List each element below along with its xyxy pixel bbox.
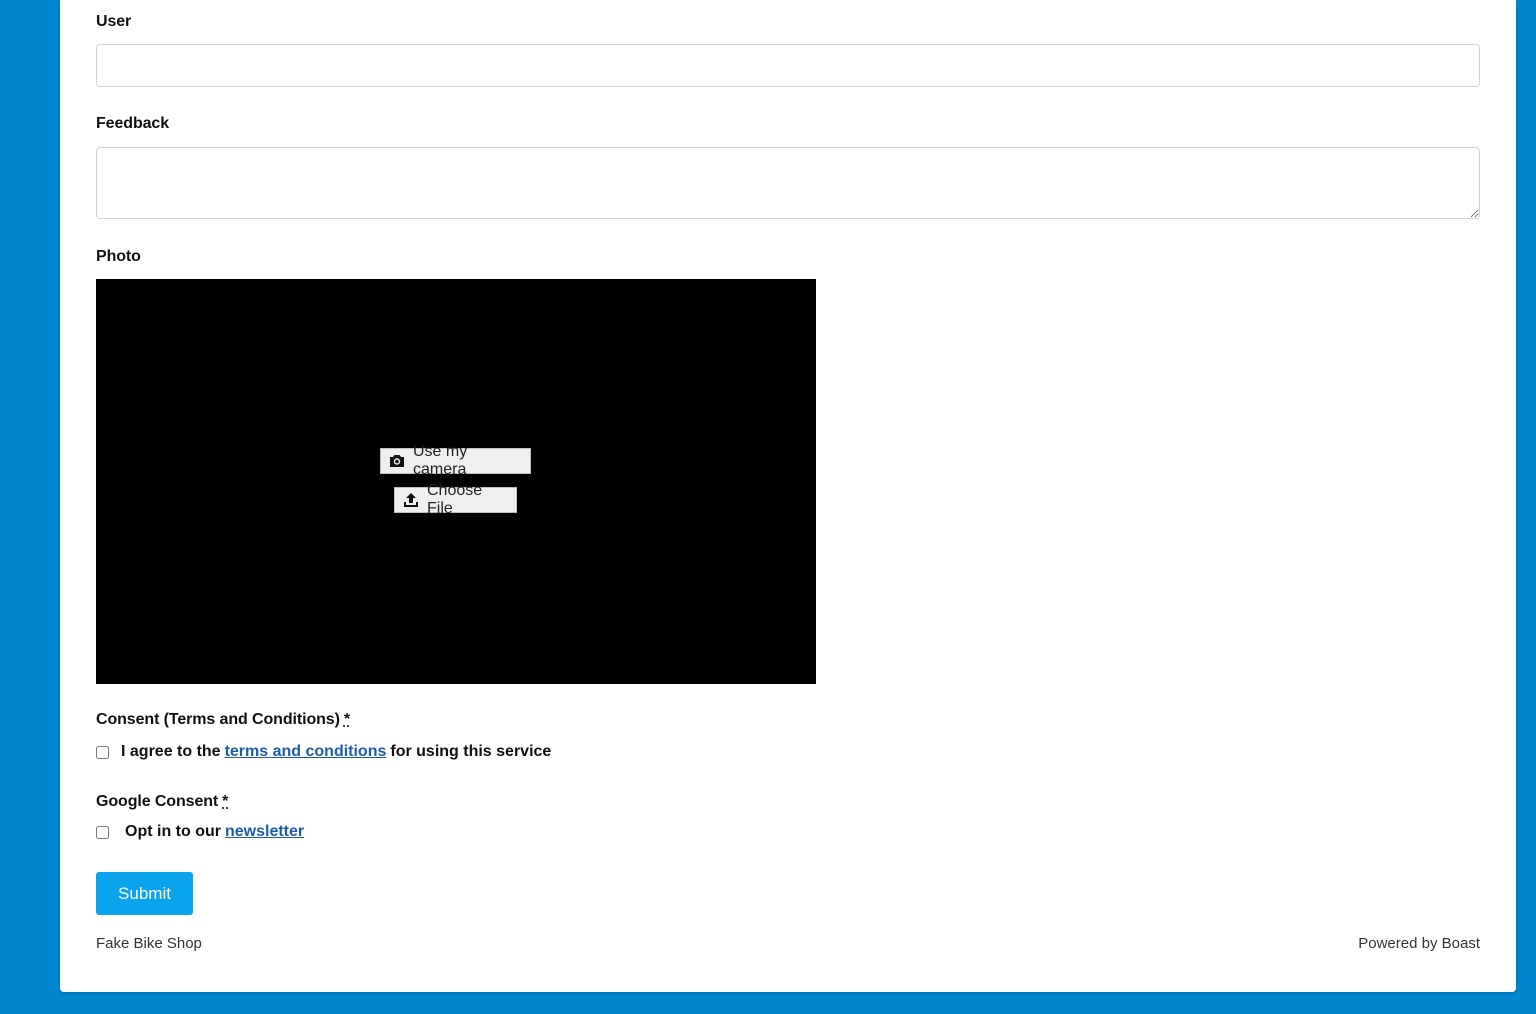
camera-icon xyxy=(389,454,405,468)
google-consent-label: Google Consent * xyxy=(96,793,228,811)
consent-row[interactable]: I agree to the terms and conditions for … xyxy=(96,743,551,761)
newsletter-link[interactable]: newsletter xyxy=(225,823,304,841)
form-card: User Feedback Photo Use my camera Choose… xyxy=(60,0,1516,992)
consent-label-text: Consent (Terms and Conditions) xyxy=(96,711,340,728)
consent-checkbox[interactable] xyxy=(96,745,109,759)
feedback-label: Feedback xyxy=(96,115,170,132)
consent-text-after: for using this service xyxy=(390,743,552,760)
terms-link[interactable]: terms and conditions xyxy=(225,743,387,761)
use-camera-label: Use my camera xyxy=(413,443,468,478)
feedback-textarea[interactable] xyxy=(96,147,1480,219)
photo-preview: Use my camera Choose File xyxy=(96,279,816,684)
consent-required-mark: * xyxy=(343,711,350,728)
use-camera-button[interactable]: Use my camera xyxy=(380,443,531,478)
user-label: User xyxy=(96,13,132,30)
consent-label: Consent (Terms and Conditions) * xyxy=(96,711,350,729)
google-consent-checkbox[interactable] xyxy=(96,825,109,839)
google-consent-label-text: Google Consent xyxy=(96,793,219,810)
submit-button[interactable]: Submit xyxy=(96,872,193,915)
consent-text-before: I agree to the xyxy=(121,743,221,760)
upload-icon xyxy=(403,492,419,508)
footer-powered-by: Powered by Boast xyxy=(1358,935,1480,952)
choose-file-button[interactable]: Choose File xyxy=(394,482,517,517)
choose-file-label: Choose File xyxy=(427,482,483,517)
user-input[interactable] xyxy=(96,44,1480,87)
google-consent-required-mark: * xyxy=(222,793,229,810)
google-consent-text-before: Opt in to our xyxy=(125,823,221,840)
google-consent-row[interactable]: Opt in to our newsletter xyxy=(96,823,308,841)
footer-shop-name: Fake Bike Shop xyxy=(96,935,202,952)
photo-label: Photo xyxy=(96,248,141,265)
